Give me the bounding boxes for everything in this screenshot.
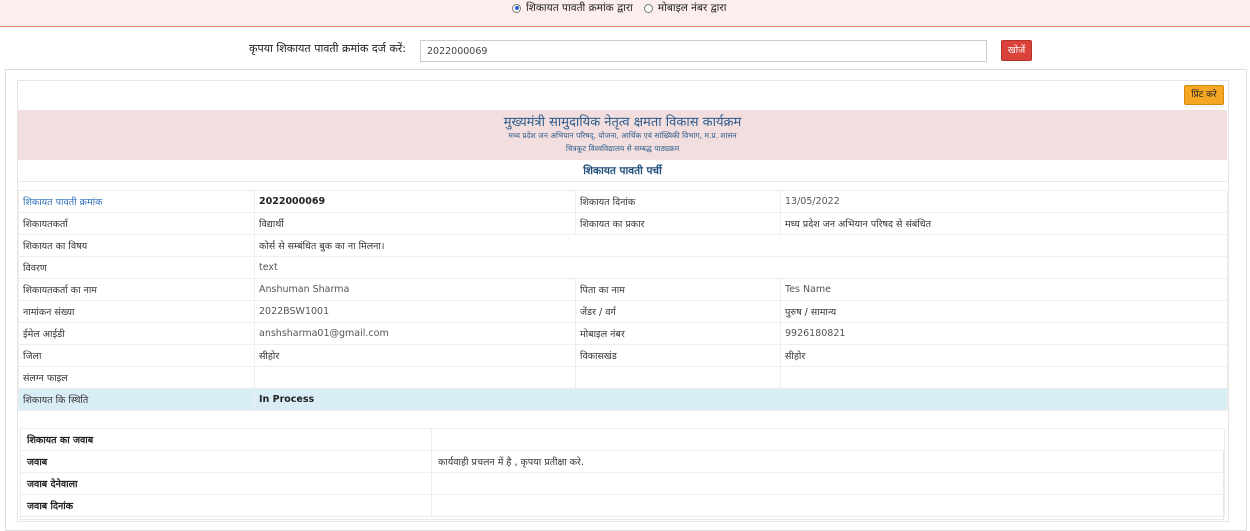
- mobile-label: मोबाइल नंबर: [575, 322, 781, 345]
- table-row: शिकायतकर्ता का नाम Anshuman Sharma पिता …: [18, 278, 1228, 301]
- table-row: जवाब कार्यवाही प्रचलन में है , कृपया प्र…: [20, 450, 1225, 473]
- responder-label: जवाब देनेवाला: [20, 472, 432, 495]
- table-row: शिकायत का विषय कोर्स से सम्बंधित बुक का …: [18, 234, 1228, 257]
- enrollment-label: नामांकन संख्या: [18, 300, 255, 323]
- receipt-no-value: 2022000069: [254, 190, 576, 213]
- attachment-label: संलग्न फाइल: [18, 366, 255, 389]
- complainant-value: विद्यार्थी: [254, 212, 576, 235]
- status-value: In Process: [254, 388, 1228, 411]
- table-row: जिला सीहोर विकासखंड सीहोर: [18, 344, 1228, 367]
- radio-receipt-number-label[interactable]: शिकायत पावती क्रमांक द्वारा: [526, 1, 633, 15]
- subject-label: शिकायत का विषय: [18, 234, 255, 257]
- table-row: जवाब दिनांक: [20, 494, 1225, 517]
- program-subtitle: मध्य प्रदेश जन अभियान परिषद्, योजना, आर्…: [508, 131, 737, 140]
- complaint-type-value: मध्य प्रदेश जन अभियान परिषद से संबंधित: [780, 212, 1228, 235]
- empty-cell: [575, 366, 781, 389]
- table-row: शिकायत का जवाब: [20, 428, 1225, 451]
- reply-table: शिकायत का जवाब जवाब कार्यवाही प्रचलन में…: [20, 428, 1225, 517]
- table-row: जवाब देनेवाला: [20, 472, 1225, 495]
- block-label: विकासखंड: [575, 344, 781, 367]
- search-label: कृपया शिकायत पावती क्रमांक दर्ज करें:: [249, 42, 406, 55]
- description-value: text: [254, 256, 1228, 279]
- gender-value: पुरुष / सामान्य: [780, 300, 1228, 323]
- answer-label: जवाब: [20, 450, 432, 473]
- description-label: विवरण: [18, 256, 255, 279]
- complaint-date-label: शिकायत दिनांक: [575, 190, 781, 213]
- table-row: ईमेल आईडी anshsharma01@gmail.com मोबाइल …: [18, 322, 1228, 345]
- receipt-header: मुख्यमंत्री सामुदायिक नेतृत्व क्षमता विक…: [18, 110, 1227, 160]
- radio-mobile-number[interactable]: [643, 3, 653, 13]
- name-label: शिकायतकर्ता का नाम: [18, 278, 255, 301]
- complaint-details-table: शिकायत पावती क्रमांक 2022000069 शिकायत द…: [18, 190, 1228, 411]
- table-row: शिकायत पावती क्रमांक 2022000069 शिकायत द…: [18, 190, 1228, 213]
- receipt-heading: शिकायत पावती पर्ची: [18, 161, 1227, 182]
- program-affiliation: चित्रकूट विश्वविद्यालय से सम्बद्ध पाठ्यक…: [565, 144, 680, 153]
- table-row: संलग्न फाइल: [18, 366, 1228, 389]
- reply-heading: शिकायत का जवाब: [20, 428, 432, 451]
- search-type-options: शिकायत पावती क्रमांक द्वारा मोबाइल नंबर …: [512, 1, 726, 15]
- table-row: शिकायतकर्ता विद्यार्थी शिकायत का प्रकार …: [18, 212, 1228, 235]
- answer-value: कार्यवाही प्रचलन में है , कृपया प्रतीक्ष…: [431, 450, 1225, 473]
- table-row: नामांकन संख्या 2022BSW1001 जेंडर / वर्ग …: [18, 300, 1228, 323]
- program-title: मुख्यमंत्री सामुदायिक नेतृत्व क्षमता विक…: [503, 115, 742, 130]
- reply-date-label: जवाब दिनांक: [20, 494, 432, 517]
- complainant-label: शिकायतकर्ता: [18, 212, 255, 235]
- status-row: शिकायत कि स्थिति In Process: [18, 388, 1228, 411]
- empty-cell: [431, 428, 1225, 451]
- attachment-value[interactable]: [254, 366, 576, 389]
- email-value: anshsharma01@gmail.com: [254, 322, 576, 345]
- complaint-date-value: 13/05/2022: [780, 190, 1228, 213]
- print-button[interactable]: प्रिंट करे: [1184, 85, 1224, 105]
- subject-value: कोर्स से सम्बंधित बुक का ना मिलना।: [254, 234, 1228, 257]
- name-value: Anshuman Sharma: [254, 278, 576, 301]
- table-row: विवरण text: [18, 256, 1228, 279]
- receipt-number-input[interactable]: [420, 40, 987, 62]
- search-button[interactable]: खोजें: [1001, 40, 1032, 61]
- block-value: सीहोर: [780, 344, 1228, 367]
- complaint-type-label: शिकायत का प्रकार: [575, 212, 781, 235]
- enrollment-value: 2022BSW1001: [254, 300, 576, 323]
- radio-mobile-number-label[interactable]: मोबाइल नंबर द्वारा: [658, 1, 727, 15]
- status-label: शिकायत कि स्थिति: [18, 388, 255, 411]
- mobile-value: 9926180821: [780, 322, 1228, 345]
- father-name-label: पिता का नाम: [575, 278, 781, 301]
- district-label: जिला: [18, 344, 255, 367]
- empty-cell: [780, 366, 1228, 389]
- email-label: ईमेल आईडी: [18, 322, 255, 345]
- father-name-value: Tes Name: [780, 278, 1228, 301]
- district-value: सीहोर: [254, 344, 576, 367]
- responder-value: [431, 472, 1225, 495]
- search-type-bar: शिकायत पावती क्रमांक द्वारा मोबाइल नंबर …: [0, 0, 1250, 27]
- reply-date-value: [431, 494, 1225, 517]
- gender-label: जेंडर / वर्ग: [575, 300, 781, 323]
- receipt-no-label: शिकायत पावती क्रमांक: [18, 190, 255, 213]
- radio-receipt-number[interactable]: [512, 3, 521, 13]
